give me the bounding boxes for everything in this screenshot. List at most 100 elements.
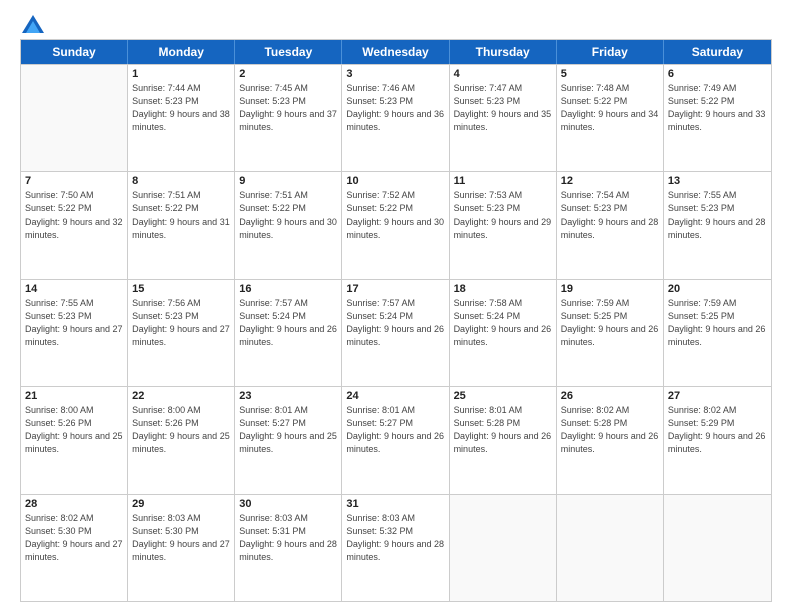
day-info: Sunrise: 8:01 AMSunset: 5:28 PMDaylight:…	[454, 404, 552, 456]
calendar-cell: 5Sunrise: 7:48 AMSunset: 5:22 PMDaylight…	[557, 65, 664, 171]
header	[20, 15, 772, 29]
day-number: 27	[668, 390, 767, 402]
calendar-cell: 25 Sunrise: 8:01 AMSunset: 5:28 PMDayligh…	[450, 387, 557, 493]
weekday-header: Tuesday	[235, 40, 342, 64]
day-number: 29	[132, 498, 230, 510]
weekday-header: Thursday	[450, 40, 557, 64]
day-number: 30	[239, 498, 337, 510]
weekday-header: Friday	[557, 40, 664, 64]
calendar-cell: 19 Sunrise: 7:59 AMSunset: 5:25 PMDayligh…	[557, 280, 664, 386]
calendar-cell: 13 Sunrise: 7:55 AMSunset: 5:23 PMDayligh…	[664, 172, 771, 278]
calendar-week: 1 Sunrise: 7:44 AMSunset: 5:23 PMDaylight…	[21, 64, 771, 171]
day-number: 1	[132, 68, 230, 80]
day-number: 7	[25, 175, 123, 187]
day-info: Sunrise: 7:51 AMSunset: 5:22 PMDaylight:…	[239, 189, 337, 241]
day-info: Sunrise: 8:03 AMSunset: 5:31 PMDaylight:…	[239, 512, 337, 564]
calendar-week: 28 Sunrise: 8:02 AMSunset: 5:30 PMDayligh…	[21, 494, 771, 601]
day-info: Sunrise: 7:49 AMSunset: 5:22 PMDaylight:…	[668, 82, 767, 134]
day-number: 22	[132, 390, 230, 402]
day-info: Sunrise: 8:02 AMSunset: 5:30 PMDaylight:…	[25, 512, 123, 564]
day-number: 12	[561, 175, 659, 187]
calendar-cell: 27 Sunrise: 8:02 AMSunset: 5:29 PMDayligh…	[664, 387, 771, 493]
calendar-cell: 30 Sunrise: 8:03 AMSunset: 5:31 PMDayligh…	[235, 495, 342, 601]
weekday-header: Saturday	[664, 40, 771, 64]
day-info: Sunrise: 8:03 AMSunset: 5:30 PMDaylight:…	[132, 512, 230, 564]
calendar-cell: 4 Sunrise: 7:47 AMSunset: 5:23 PMDaylight…	[450, 65, 557, 171]
day-number: 26	[561, 390, 659, 402]
day-number: 24	[346, 390, 444, 402]
day-number: 23	[239, 390, 337, 402]
day-info: Sunrise: 8:00 AMSunset: 5:26 PMDaylight:…	[132, 404, 230, 456]
day-number: 11	[454, 175, 552, 187]
calendar-cell: 2Sunrise: 7:45 AMSunset: 5:23 PMDaylight…	[235, 65, 342, 171]
day-number: 2	[239, 68, 337, 80]
calendar-cell: 26 Sunrise: 8:02 AMSunset: 5:28 PMDayligh…	[557, 387, 664, 493]
day-info: Sunrise: 8:01 AMSunset: 5:27 PMDaylight:…	[239, 404, 337, 456]
logo	[20, 15, 44, 29]
day-info: Sunrise: 7:57 AMSunset: 5:24 PMDaylight:…	[346, 297, 444, 349]
calendar-header-row: SundayMondayTuesdayWednesdayThursdayFrid…	[21, 40, 771, 64]
calendar-cell: 6 Sunrise: 7:49 AMSunset: 5:22 PMDaylight…	[664, 65, 771, 171]
day-info: Sunrise: 7:44 AMSunset: 5:23 PMDaylight:…	[132, 82, 230, 134]
calendar-cell: 21Sunrise: 8:00 AMSunset: 5:26 PMDayligh…	[21, 387, 128, 493]
day-number: 18	[454, 283, 552, 295]
calendar-cell	[450, 495, 557, 601]
day-number: 9	[239, 175, 337, 187]
day-number: 21	[25, 390, 123, 402]
day-number: 13	[668, 175, 767, 187]
day-info: Sunrise: 7:46 AMSunset: 5:23 PMDaylight:…	[346, 82, 444, 134]
day-info: Sunrise: 7:56 AMSunset: 5:23 PMDaylight:…	[132, 297, 230, 349]
calendar-cell	[21, 65, 128, 171]
calendar-cell: 1 Sunrise: 7:44 AMSunset: 5:23 PMDaylight…	[128, 65, 235, 171]
day-number: 28	[25, 498, 123, 510]
day-info: Sunrise: 7:51 AMSunset: 5:22 PMDaylight:…	[132, 189, 230, 241]
calendar-cell: 22 Sunrise: 8:00 AMSunset: 5:26 PMDayligh…	[128, 387, 235, 493]
calendar-cell: 23 Sunrise: 8:01 AMSunset: 5:27 PMDayligh…	[235, 387, 342, 493]
calendar-cell: 17Sunrise: 7:57 AMSunset: 5:24 PMDayligh…	[342, 280, 449, 386]
day-number: 3	[346, 68, 444, 80]
weekday-header: Wednesday	[342, 40, 449, 64]
calendar-cell: 16Sunrise: 7:57 AMSunset: 5:24 PMDayligh…	[235, 280, 342, 386]
day-info: Sunrise: 7:58 AMSunset: 5:24 PMDaylight:…	[454, 297, 552, 349]
day-info: Sunrise: 7:53 AMSunset: 5:23 PMDaylight:…	[454, 189, 552, 241]
day-number: 19	[561, 283, 659, 295]
day-info: Sunrise: 7:59 AMSunset: 5:25 PMDaylight:…	[668, 297, 767, 349]
day-info: Sunrise: 7:57 AMSunset: 5:24 PMDaylight:…	[239, 297, 337, 349]
calendar-cell: 7 Sunrise: 7:50 AMSunset: 5:22 PMDaylight…	[21, 172, 128, 278]
logo-icon	[22, 15, 44, 33]
day-number: 5	[561, 68, 659, 80]
calendar: SundayMondayTuesdayWednesdayThursdayFrid…	[20, 39, 772, 602]
calendar-cell: 28 Sunrise: 8:02 AMSunset: 5:30 PMDayligh…	[21, 495, 128, 601]
day-info: Sunrise: 7:50 AMSunset: 5:22 PMDaylight:…	[25, 189, 123, 241]
calendar-cell: 24 Sunrise: 8:01 AMSunset: 5:27 PMDayligh…	[342, 387, 449, 493]
calendar-cell: 29 Sunrise: 8:03 AMSunset: 5:30 PMDayligh…	[128, 495, 235, 601]
day-info: Sunrise: 8:02 AMSunset: 5:28 PMDaylight:…	[561, 404, 659, 456]
calendar-cell: 3 Sunrise: 7:46 AMSunset: 5:23 PMDaylight…	[342, 65, 449, 171]
day-info: Sunrise: 7:54 AMSunset: 5:23 PMDaylight:…	[561, 189, 659, 241]
day-number: 14	[25, 283, 123, 295]
calendar-cell	[557, 495, 664, 601]
calendar-cell	[664, 495, 771, 601]
calendar-cell: 18 Sunrise: 7:58 AMSunset: 5:24 PMDayligh…	[450, 280, 557, 386]
day-number: 25	[454, 390, 552, 402]
day-info: Sunrise: 8:03 AMSunset: 5:32 PMDaylight:…	[346, 512, 444, 564]
calendar-cell: 11 Sunrise: 7:53 AMSunset: 5:23 PMDayligh…	[450, 172, 557, 278]
day-info: Sunrise: 7:47 AMSunset: 5:23 PMDaylight:…	[454, 82, 552, 134]
day-info: Sunrise: 8:01 AMSunset: 5:27 PMDaylight:…	[346, 404, 444, 456]
calendar-cell: 12 Sunrise: 7:54 AMSunset: 5:23 PMDayligh…	[557, 172, 664, 278]
calendar-cell: 31Sunrise: 8:03 AMSunset: 5:32 PMDayligh…	[342, 495, 449, 601]
calendar-cell: 20Sunrise: 7:59 AMSunset: 5:25 PMDayligh…	[664, 280, 771, 386]
day-number: 4	[454, 68, 552, 80]
page: SundayMondayTuesdayWednesdayThursdayFrid…	[0, 0, 792, 612]
calendar-cell: 9 Sunrise: 7:51 AMSunset: 5:22 PMDaylight…	[235, 172, 342, 278]
day-info: Sunrise: 7:59 AMSunset: 5:25 PMDaylight:…	[561, 297, 659, 349]
day-number: 8	[132, 175, 230, 187]
day-info: Sunrise: 8:02 AMSunset: 5:29 PMDaylight:…	[668, 404, 767, 456]
day-number: 6	[668, 68, 767, 80]
day-info: Sunrise: 7:55 AMSunset: 5:23 PMDaylight:…	[25, 297, 123, 349]
day-info: Sunrise: 7:55 AMSunset: 5:23 PMDaylight:…	[668, 189, 767, 241]
calendar-week: 7 Sunrise: 7:50 AMSunset: 5:22 PMDaylight…	[21, 171, 771, 278]
calendar-week: 14 Sunrise: 7:55 AMSunset: 5:23 PMDayligh…	[21, 279, 771, 386]
day-number: 15	[132, 283, 230, 295]
day-number: 10	[346, 175, 444, 187]
